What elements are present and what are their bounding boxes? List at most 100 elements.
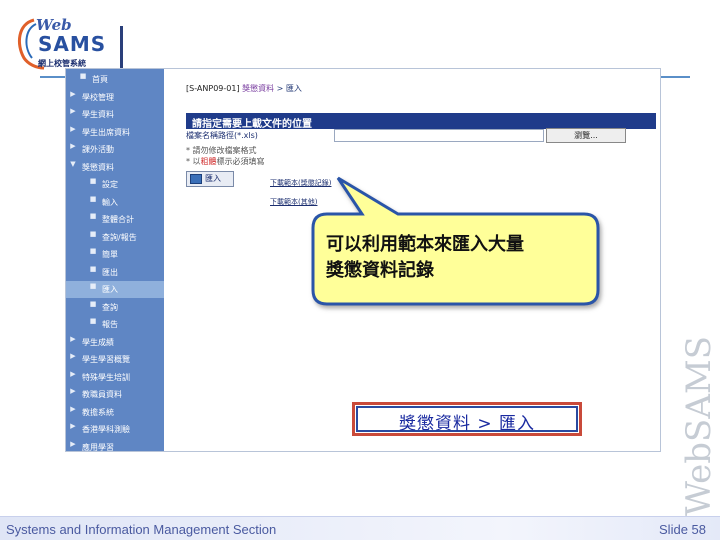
sidebar-nav: ■ 首頁 ▶ 學校管理 ▶ 學生資料 ▶ 學生出席資料 ▶ 課外活動 ▼ 獎懲資料 ■ 設定 ■ 輸入 ■ 整體合… bbox=[66, 69, 164, 452]
sidebar-item-21[interactable]: ▶ 香港學科測驗 bbox=[66, 421, 164, 438]
sidebar-item-label: 學生資料 bbox=[82, 110, 114, 119]
sidebar-item-1[interactable]: ■ 首頁 bbox=[66, 71, 164, 88]
callout-line-1: 可以利用範本來匯入大量 bbox=[326, 234, 524, 255]
bullet-icon: ■ bbox=[89, 299, 97, 308]
expand-arrow-icon: ▶ bbox=[70, 142, 76, 150]
slide-footer: Systems and Information Management Secti… bbox=[0, 516, 720, 540]
sidebar-item-7[interactable]: ■ 設定 bbox=[66, 176, 164, 193]
logo-divider bbox=[120, 26, 123, 72]
browse-button[interactable]: 瀏覽... bbox=[546, 128, 626, 143]
sidebar-item-label: 香港學科測驗 bbox=[82, 425, 130, 434]
sidebar-item-22[interactable]: ▶ 應用學習 bbox=[66, 439, 164, 452]
sidebar-item-18[interactable]: ▶ 特殊學生培訓 bbox=[66, 369, 164, 386]
sidebar-item-4[interactable]: ▶ 學生出席資料 bbox=[66, 124, 164, 141]
expand-arrow-icon: ▼ bbox=[70, 159, 76, 168]
sidebar-item-8[interactable]: ■ 輸入 bbox=[66, 194, 164, 211]
sidebar-item-label: 輸入 bbox=[102, 197, 118, 207]
expand-arrow-icon: ▶ bbox=[70, 404, 76, 413]
bullet-icon: ■ bbox=[89, 317, 97, 325]
download-template-link-2[interactable]: 下載範本(其他) bbox=[270, 197, 317, 207]
sidebar-item-label: 獎懲資料 bbox=[82, 162, 114, 172]
sidebar-item-19[interactable]: ▶ 教職員資料 bbox=[66, 386, 164, 403]
file-path-input[interactable] bbox=[334, 129, 544, 142]
sidebar-item-label: 學生學習概覽 bbox=[82, 355, 130, 364]
sidebar-item-label: 教擔系統 bbox=[82, 407, 114, 417]
bullet-icon: ■ bbox=[89, 212, 97, 220]
slide-number: Slide 58 bbox=[659, 522, 706, 537]
sidebar-item-label: 整體合計 bbox=[102, 215, 134, 224]
sidebar-item-10[interactable]: ■ 查詢/報告 bbox=[66, 229, 164, 246]
download-template-link-1[interactable]: 下載範本(獎懲記錄) bbox=[270, 178, 331, 188]
import-button[interactable]: 匯入 bbox=[186, 171, 234, 187]
expand-arrow-icon: ▶ bbox=[70, 387, 76, 395]
sidebar-item-9[interactable]: ■ 整體合計 bbox=[66, 211, 164, 228]
callout-line-2: 獎懲資料記錄 bbox=[326, 260, 434, 281]
note-required-suffix: 標示必須填寫 bbox=[216, 157, 265, 166]
expand-arrow-icon: ▶ bbox=[70, 439, 76, 448]
bullet-icon: ■ bbox=[89, 247, 97, 255]
expand-arrow-icon: ▶ bbox=[70, 334, 76, 343]
sidebar-item-12[interactable]: ■ 匯出 bbox=[66, 264, 164, 281]
expand-arrow-icon: ▶ bbox=[70, 124, 76, 133]
sidebar-item-14[interactable]: ■ 查詢 bbox=[66, 299, 164, 316]
sidebar-item-5[interactable]: ▶ 課外活動 bbox=[66, 141, 164, 158]
expand-arrow-icon: ▶ bbox=[70, 352, 76, 360]
page-code: [S-ANP09-01] bbox=[186, 84, 240, 93]
sidebar-item-label: 應用學習 bbox=[82, 442, 114, 452]
note-required-prefix: * 以 bbox=[186, 157, 201, 166]
sidebar-item-label: 學生出席資料 bbox=[82, 127, 130, 137]
sidebar-item-13[interactable]: ■ 匯入 bbox=[66, 281, 164, 298]
expand-arrow-icon: ▶ bbox=[70, 422, 76, 430]
breadcrumb-page: 匯入 bbox=[285, 84, 302, 93]
footer-section-name: Systems and Information Management Secti… bbox=[6, 522, 277, 537]
sidebar-item-label: 匯出 bbox=[102, 267, 118, 277]
logo-sams-text: SAMS bbox=[38, 32, 107, 56]
sidebar-item-label: 學校管理 bbox=[82, 92, 114, 102]
note-required: * 以粗體標示必須填寫 bbox=[186, 156, 265, 167]
sidebar-item-label: 學生成績 bbox=[82, 337, 114, 347]
sidebar-item-label: 教職員資料 bbox=[82, 390, 122, 399]
expand-arrow-icon: ▶ bbox=[70, 369, 76, 378]
bullet-icon: ■ bbox=[79, 72, 87, 80]
section-banner: 獎懲資料 > 匯入 bbox=[352, 402, 582, 436]
sidebar-item-6[interactable]: ▼ 獎懲資料 bbox=[66, 159, 164, 176]
bullet-icon: ■ bbox=[89, 264, 97, 273]
sidebar-item-label: 簡單 bbox=[102, 250, 118, 259]
sidebar-item-label: 報告 bbox=[102, 320, 118, 329]
expand-arrow-icon: ▶ bbox=[70, 107, 76, 115]
sidebar-item-17[interactable]: ▶ 學生學習概覽 bbox=[66, 351, 164, 368]
sidebar-item-label: 特殊學生培訓 bbox=[82, 372, 130, 382]
bullet-icon: ■ bbox=[89, 194, 97, 203]
banner-text: 獎懲資料 > 匯入 bbox=[355, 409, 579, 434]
banner-separator: > bbox=[477, 414, 493, 434]
upload-panel-title: 請指定需要上載文件的位置 bbox=[186, 113, 656, 130]
file-path-label: 檔案名稱路徑(*.xls) bbox=[186, 131, 258, 140]
bullet-icon: ■ bbox=[89, 177, 97, 185]
note-required-bold: 粗體 bbox=[200, 157, 217, 166]
websams-logo: Web SAMS 網上校管系統 bbox=[14, 14, 126, 72]
expand-arrow-icon: ▶ bbox=[70, 89, 76, 98]
breadcrumb-module-link[interactable]: 獎懲資料 bbox=[242, 84, 274, 93]
sidebar-item-label: 課外活動 bbox=[82, 145, 114, 154]
callout-text: 可以利用範本來匯入大量 獎懲資料記錄 bbox=[326, 232, 598, 284]
breadcrumb: [S-ANP09-01] 獎懲資料 > 匯入 bbox=[186, 83, 302, 94]
sidebar-item-2[interactable]: ▶ 學校管理 bbox=[66, 89, 164, 106]
sidebar-item-label: 設定 bbox=[102, 180, 118, 189]
websams-watermark: WebSAMS bbox=[679, 336, 718, 516]
sidebar-item-16[interactable]: ▶ 學生成績 bbox=[66, 334, 164, 351]
breadcrumb-separator: > bbox=[276, 84, 284, 93]
import-button-label: 匯入 bbox=[205, 174, 221, 183]
banner-module: 獎懲資料 bbox=[398, 414, 471, 434]
bullet-icon: ■ bbox=[89, 229, 97, 238]
sidebar-item-20[interactable]: ▶ 教擔系統 bbox=[66, 404, 164, 421]
banner-page: 匯入 bbox=[499, 414, 536, 434]
sidebar-item-label: 匯入 bbox=[102, 285, 118, 294]
sidebar-item-11[interactable]: ■ 簡單 bbox=[66, 246, 164, 263]
sidebar-item-3[interactable]: ▶ 學生資料 bbox=[66, 106, 164, 123]
sidebar-item-label: 首頁 bbox=[92, 75, 108, 84]
note-format: * 請勿修改檔案格式 bbox=[186, 146, 257, 155]
bullet-icon: ■ bbox=[89, 282, 97, 290]
import-icon bbox=[190, 174, 202, 184]
sidebar-item-label: 查詢/報告 bbox=[102, 232, 137, 242]
sidebar-item-15[interactable]: ■ 報告 bbox=[66, 316, 164, 333]
